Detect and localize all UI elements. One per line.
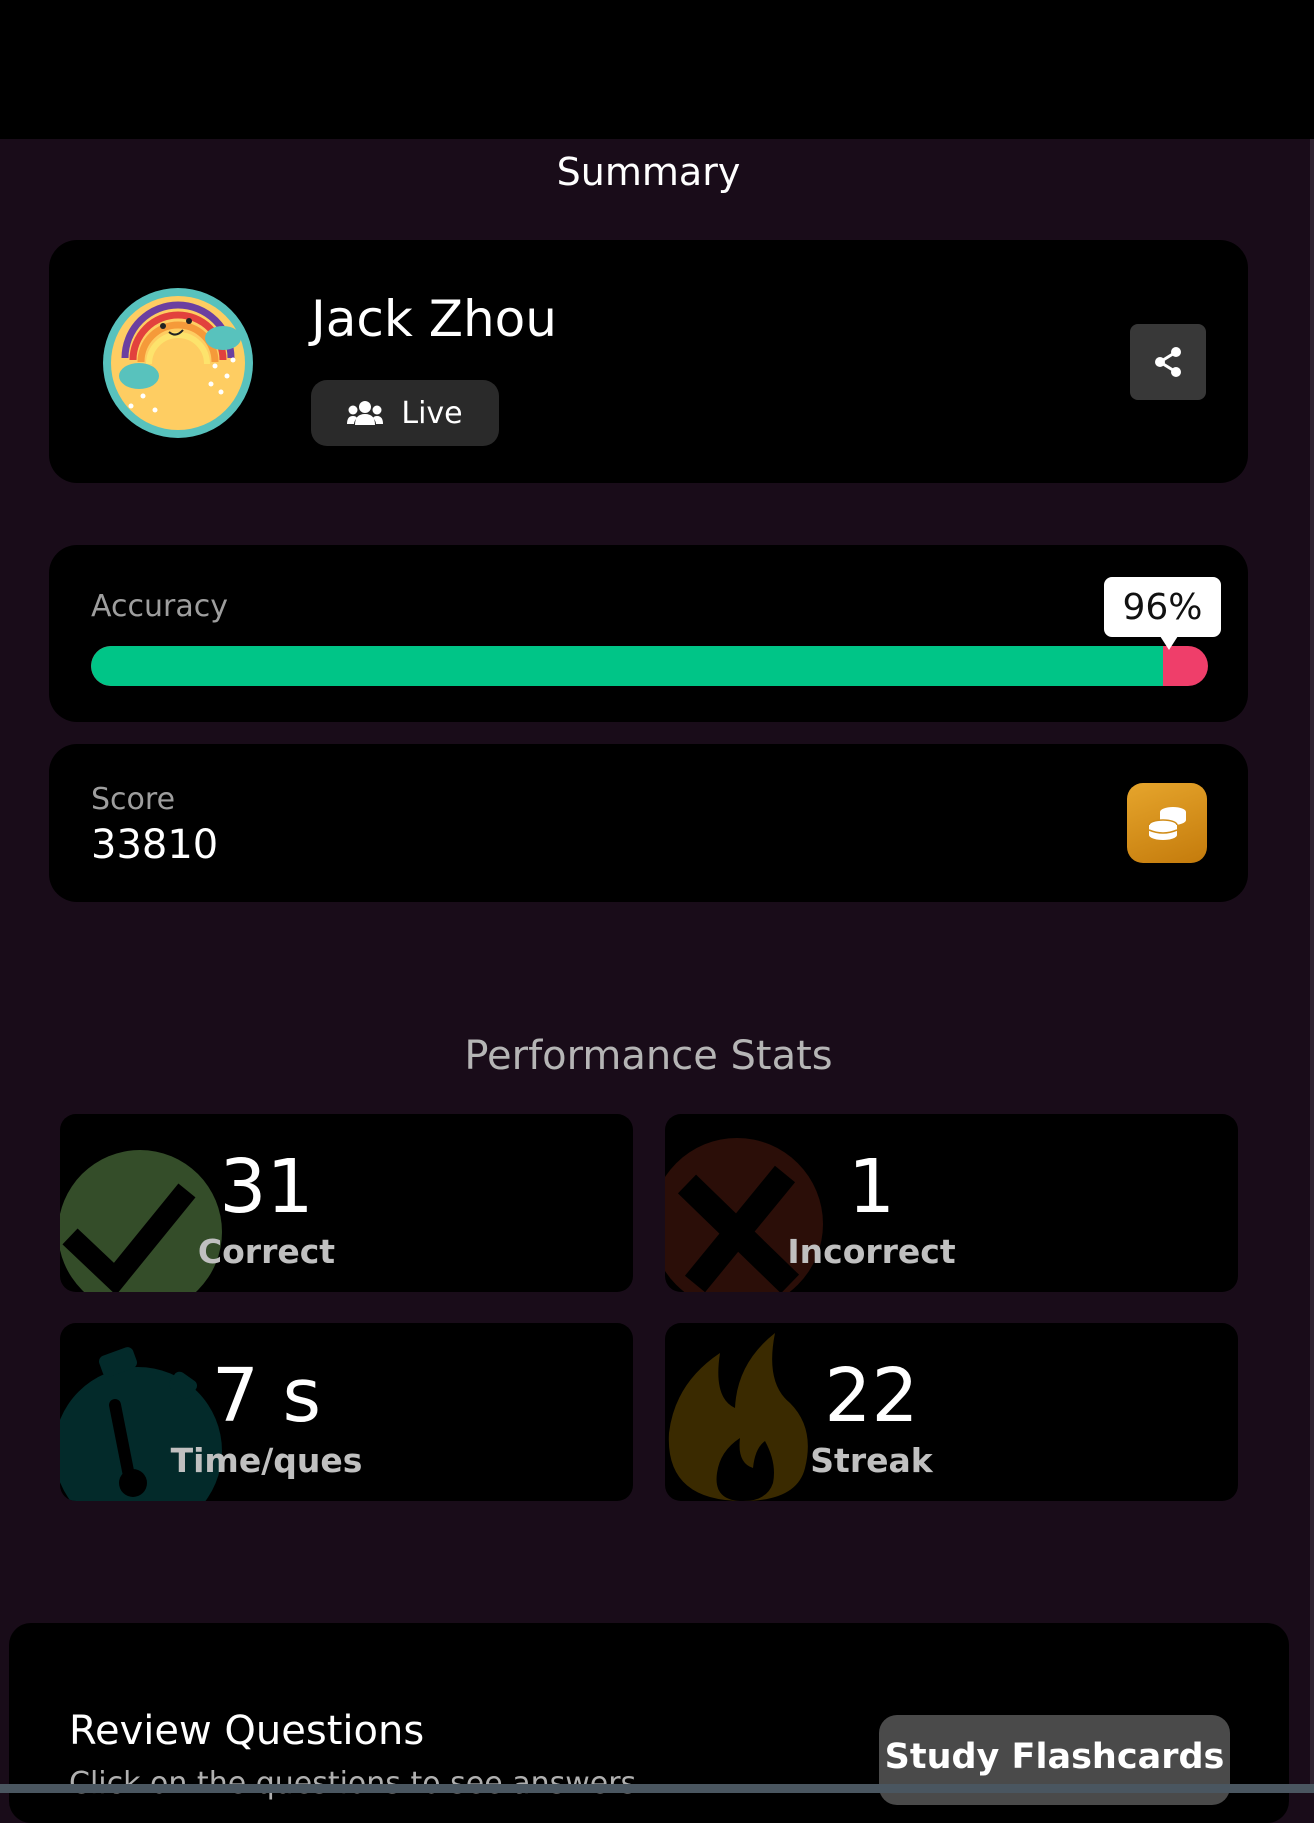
accuracy-bar-fill bbox=[91, 646, 1164, 686]
stat-correct-card: 31 Correct bbox=[60, 1114, 633, 1292]
accuracy-label: Accuracy bbox=[91, 589, 228, 624]
share-button[interactable] bbox=[1130, 324, 1206, 400]
stat-incorrect-card: 1 Incorrect bbox=[665, 1114, 1238, 1292]
incorrect-count: 1 bbox=[847, 1144, 896, 1230]
avatar bbox=[103, 288, 253, 438]
live-label: Live bbox=[401, 395, 463, 431]
share-icon bbox=[1155, 347, 1181, 377]
correct-label: Correct bbox=[197, 1232, 336, 1271]
correct-count: 31 bbox=[219, 1144, 314, 1230]
accuracy-bar bbox=[91, 646, 1208, 686]
performance-stats-title: Performance Stats bbox=[464, 1033, 833, 1079]
review-questions-title: Review Questions bbox=[69, 1708, 425, 1754]
top-bar bbox=[0, 0, 1314, 139]
score-label: Score bbox=[91, 782, 176, 817]
stat-time-card: 7 s Time/ques bbox=[60, 1323, 633, 1501]
live-mode-badge: Live bbox=[311, 380, 499, 446]
player-name: Jack Zhou bbox=[311, 290, 557, 348]
coin-badge bbox=[1127, 783, 1207, 863]
coins-icon bbox=[1148, 807, 1186, 840]
streak-count: 22 bbox=[824, 1353, 919, 1439]
stat-streak-card: 22 Streak bbox=[665, 1323, 1238, 1501]
time-per-question: 7 s bbox=[211, 1353, 322, 1439]
score-card: Score 33810 bbox=[49, 744, 1248, 902]
streak-label: Streak bbox=[810, 1441, 933, 1480]
review-questions-card: Review Questions Click on the questions … bbox=[9, 1623, 1289, 1823]
page-title: Summary bbox=[556, 150, 741, 194]
users-icon bbox=[347, 401, 384, 425]
incorrect-label: Incorrect bbox=[787, 1232, 956, 1271]
accuracy-tooltip-arrow bbox=[1160, 636, 1178, 650]
accuracy-percent: 96% bbox=[1104, 577, 1221, 637]
scrollbar[interactable] bbox=[1310, 139, 1314, 1793]
accuracy-card: Accuracy 96% bbox=[49, 545, 1248, 722]
time-label: Time/ques bbox=[170, 1441, 363, 1480]
profile-card: Jack Zhou Live bbox=[49, 240, 1248, 483]
score-value: 33810 bbox=[91, 822, 219, 868]
bottom-bar bbox=[0, 1784, 1314, 1793]
